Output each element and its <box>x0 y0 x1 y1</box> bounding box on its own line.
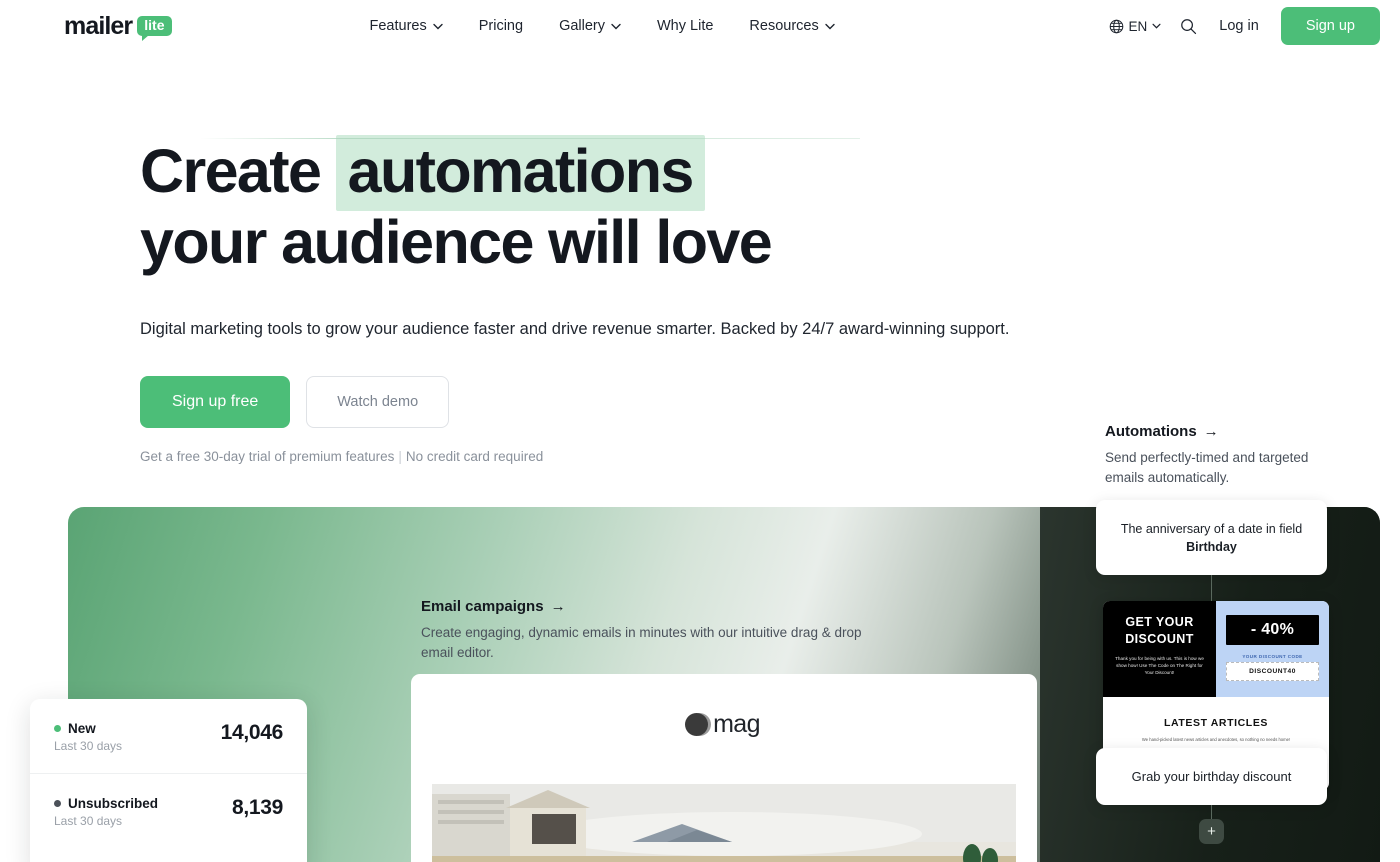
fineprint-separator: | <box>398 449 402 464</box>
mailerlite-logo[interactable]: mailer lite <box>64 12 172 41</box>
chevron-down-icon <box>1152 23 1161 29</box>
promo-code-label: YOUR DISCOUNT CODE <box>1242 654 1303 659</box>
stat-period: Last 30 days <box>54 814 123 828</box>
promo-code-value: DISCOUNT40 <box>1226 662 1319 681</box>
email-campaigns-blurb-body: Create engaging, dynamic emails in minut… <box>421 625 862 660</box>
email-campaigns-blurb-label: Email campaigns <box>421 598 544 615</box>
hero-title-highlight: automations <box>335 135 705 211</box>
logo-lite-badge: lite <box>137 16 172 41</box>
automation-trigger-text: The anniversary of a date in field Birth… <box>1096 520 1327 556</box>
nav-item-features[interactable]: Features <box>352 10 461 42</box>
watch-demo-button[interactable]: Watch demo <box>306 376 450 428</box>
nav-item-label: Why Lite <box>657 18 714 34</box>
trigger-field-name: Birthday <box>1186 539 1237 554</box>
login-link[interactable]: Log in <box>1205 10 1273 42</box>
eclipse-mark-icon <box>685 713 712 736</box>
automations-blurb-title: Automations → <box>1105 423 1345 440</box>
email-campaigns-blurb[interactable]: Email campaigns → Create engaging, dynam… <box>421 598 891 663</box>
automation-trigger-card[interactable]: The anniversary of a date in field Birth… <box>1096 500 1327 575</box>
stat-label: Unsubscribed <box>68 796 159 811</box>
hero-cta-row: Sign up free Watch demo <box>140 376 1400 428</box>
automations-blurb-body: Send perfectly-timed and targeted emails… <box>1105 450 1309 485</box>
email-preview-card[interactable]: mag <box>411 674 1037 862</box>
hero-title-part1: Create <box>140 137 322 205</box>
trigger-text-prefix: The anniversary of a date in field <box>1120 521 1303 536</box>
chevron-down-icon <box>433 23 443 29</box>
stat-value: 8,139 <box>231 796 283 819</box>
nav-item-label: Resources <box>749 18 819 34</box>
automation-result-text: Grab your birthday discount <box>1131 769 1292 784</box>
nav-links: Features Pricing Gallery Why Lite Resour… <box>352 10 853 42</box>
promo-body: Thank you for being with us. This is how… <box>1115 656 1204 675</box>
top-navbar: mailer lite Features Pricing Gallery Why… <box>0 0 1400 52</box>
nav-item-label: Pricing <box>478 18 524 34</box>
nav-item-resources[interactable]: Resources <box>731 10 852 42</box>
logo-wordmark: mailer <box>64 11 133 40</box>
globe-icon <box>1109 19 1123 33</box>
email-campaigns-blurb-title: Email campaigns → <box>421 598 891 615</box>
promo-card-left: GET YOUR DISCOUNT Thank you for being wi… <box>1103 601 1216 697</box>
subscriber-stats-card[interactable]: New Last 30 days 14,046 Unsubscribed Las… <box>30 699 307 862</box>
stat-label: New <box>68 721 96 736</box>
stat-period: Last 30 days <box>54 739 123 753</box>
stat-row-unsubscribed: Unsubscribed Last 30 days 8,139 <box>30 773 307 848</box>
stat-row-new: New Last 30 days 14,046 <box>30 699 307 773</box>
search-button[interactable] <box>1171 9 1205 43</box>
arrow-right-icon: → <box>550 598 566 615</box>
add-automation-step-button[interactable]: + <box>1199 819 1224 844</box>
plus-icon: + <box>1207 822 1216 840</box>
fineprint-trial: Get a free 30-day trial of premium featu… <box>140 449 395 464</box>
nav-item-label: Features <box>369 18 427 34</box>
promo-discount-percent: - 40% <box>1226 615 1319 645</box>
promo-card-right: - 40% YOUR DISCOUNT CODE DISCOUNT40 <box>1216 601 1329 697</box>
chevron-down-icon <box>611 23 621 29</box>
automations-blurb[interactable]: Automations → Send perfectly-timed and t… <box>1105 423 1345 488</box>
signup-free-button[interactable]: Sign up free <box>140 376 291 428</box>
nav-actions: EN Log in Sign up <box>1099 7 1380 45</box>
promo-card-bottom: LATEST ARTICLES We hand-picked latest ne… <box>1103 697 1329 743</box>
page-title: Create automations your audience will lo… <box>140 135 1000 278</box>
chevron-down-icon <box>825 23 835 29</box>
email-preview-logo-text: mag <box>713 710 760 738</box>
signup-button[interactable]: Sign up <box>1280 7 1380 45</box>
nav-item-pricing[interactable]: Pricing <box>461 10 541 42</box>
promo-articles-sub: We hand-picked latest news articles and … <box>1141 737 1291 742</box>
language-code: EN <box>1128 18 1148 34</box>
page-root: mailer lite Features Pricing Gallery Why… <box>0 0 1400 862</box>
nav-item-label: Gallery <box>559 18 605 34</box>
promo-articles-heading: LATEST ARTICLES <box>1163 717 1269 729</box>
cityscape-illustration <box>432 784 1016 862</box>
automations-blurb-label: Automations <box>1105 423 1197 440</box>
promo-headline: GET YOUR DISCOUNT <box>1125 615 1194 646</box>
email-preview-logo: mag <box>411 674 1037 739</box>
fineprint-nocard: No credit card required <box>405 449 544 464</box>
search-icon <box>1180 18 1196 34</box>
arrow-right-icon: → <box>1203 423 1219 440</box>
stat-value: 14,046 <box>220 721 284 744</box>
language-selector[interactable]: EN <box>1099 11 1172 42</box>
status-dot-new <box>54 725 61 732</box>
hero-section: Create automations your audience will lo… <box>0 0 1400 464</box>
highlight-underline-accent <box>200 138 860 139</box>
hero-subtitle: Digital marketing tools to grow your aud… <box>140 320 1010 338</box>
status-dot-unsubscribed <box>54 800 61 807</box>
email-preview-hero-image <box>432 784 1016 862</box>
nav-item-gallery[interactable]: Gallery <box>541 10 639 42</box>
hero-title-part2: your audience will love <box>140 208 773 276</box>
automation-result-card[interactable]: Grab your birthday discount <box>1096 748 1327 805</box>
nav-item-why-lite[interactable]: Why Lite <box>639 10 731 42</box>
